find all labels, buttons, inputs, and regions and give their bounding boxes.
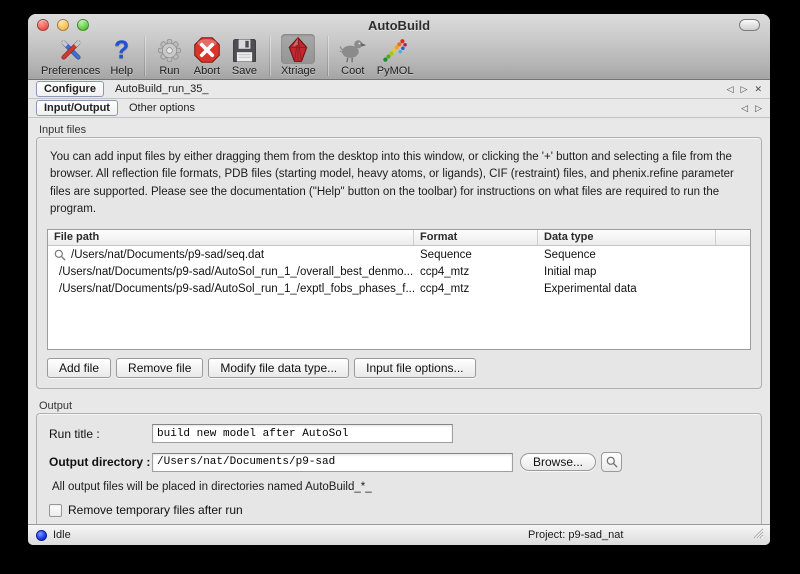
tab-autobuild-run[interactable]: AutoBuild_run_35_ xyxy=(108,82,216,96)
file-data-type: Initial map xyxy=(544,265,597,278)
input-files-group-label: Input files xyxy=(39,124,87,136)
save-icon xyxy=(231,34,258,64)
column-header-blank xyxy=(716,230,750,245)
add-file-button[interactable]: Add file xyxy=(47,358,112,378)
tab-input-output[interactable]: Input/Output xyxy=(36,100,118,116)
magnifier-icon xyxy=(606,456,618,468)
coot-button[interactable]: Coot xyxy=(334,34,372,77)
main-tab-bar: Configure AutoBuild_run_35_ ◁ ▷ ✕ xyxy=(28,80,770,99)
tab-back-icon[interactable]: ◁ xyxy=(741,103,748,114)
configure-panel: Input files You can add input files by e… xyxy=(28,118,770,524)
xtriage-icon xyxy=(281,34,316,64)
file-data-type: Sequence xyxy=(544,248,596,261)
tab-forward-icon[interactable]: ▷ xyxy=(755,103,762,114)
run-title-input[interactable] xyxy=(152,424,453,443)
status-bar: Idle Project: p9-sad_nat xyxy=(28,524,770,545)
table-row[interactable]: /Users/nat/Documents/p9-sad/AutoSol_run_… xyxy=(48,280,750,297)
file-format: ccp4_mtz xyxy=(420,282,470,295)
file-path: /Users/nat/Documents/p9-sad/seq.dat xyxy=(71,248,265,261)
output-directories-note: All output files will be placed in direc… xyxy=(52,481,372,493)
toolbar-toggle-lozenge[interactable] xyxy=(739,19,760,31)
toolbar-item-label: Run xyxy=(159,65,180,77)
tab-back-icon[interactable]: ◁ xyxy=(727,84,734,95)
tab-other-options[interactable]: Other options xyxy=(122,101,202,115)
output-directory-label: Output directory : xyxy=(49,455,151,469)
toolbar-item-label: Help xyxy=(110,65,133,77)
browse-button[interactable]: Browse... xyxy=(520,453,597,471)
status-dot-icon xyxy=(36,529,47,541)
question-icon: ? xyxy=(113,36,130,64)
toolbar-item-label: PyMOL xyxy=(376,65,414,77)
preferences-button[interactable]: Preferences xyxy=(36,34,105,77)
gear-icon xyxy=(156,34,183,64)
sub-tab-nav: ◁ ▷ xyxy=(741,103,762,114)
run-title-row: Run title : xyxy=(49,424,749,443)
modify-file-data-type-button[interactable]: Modify file data type... xyxy=(208,358,350,378)
project-label: Project: p9-sad_nat xyxy=(528,529,624,541)
file-path: /Users/nat/Documents/p9-sad/AutoSol_run_… xyxy=(59,282,414,295)
input-files-instructions: You can add input files by either draggi… xyxy=(50,151,734,215)
file-path: /Users/nat/Documents/p9-sad/AutoSol_run_… xyxy=(59,265,414,278)
output-directory-row: Output directory : Browse... xyxy=(49,452,749,472)
coot-bird-icon xyxy=(339,34,367,64)
toolbar-separator xyxy=(143,36,145,76)
toolbar-separator xyxy=(326,36,328,76)
tab-close-icon[interactable]: ✕ xyxy=(754,84,762,95)
toolbar-item-label: Preferences xyxy=(41,65,101,77)
toolbar-separator xyxy=(268,36,270,76)
xtriage-button[interactable]: Xtriage xyxy=(276,34,321,77)
output-group-label: Output xyxy=(39,400,73,412)
toolbar-item-label: Coot xyxy=(341,65,365,77)
input-files-buttons: Add file Remove file Modify file data ty… xyxy=(37,350,761,388)
window-chrome: AutoBuild Preferences ? Help Run Abort S… xyxy=(28,14,770,80)
run-title-label: Run title : xyxy=(49,426,100,441)
sub-tab-bar: Input/Output Other options ◁ ▷ xyxy=(28,99,770,118)
run-button[interactable]: Run xyxy=(151,34,188,77)
window-title: AutoBuild xyxy=(367,17,431,33)
toolbar-item-label: Save xyxy=(231,65,257,77)
title-bar[interactable]: AutoBuild xyxy=(28,14,770,36)
table-row[interactable]: /Users/nat/Documents/p9-sad/seq.dat Sequ… xyxy=(48,246,750,263)
file-data-type: Experimental data xyxy=(544,282,637,295)
input-files-groupbox: You can add input files by either draggi… xyxy=(36,137,762,389)
output-directory-input[interactable] xyxy=(152,452,513,472)
remove-temp-files-label: Remove temporary files after run xyxy=(68,503,243,517)
column-header-file-path[interactable]: File path xyxy=(48,230,414,245)
toolbar: Preferences ? Help Run Abort Save Xtriag… xyxy=(28,34,770,79)
help-button[interactable]: ? Help xyxy=(105,34,138,77)
toolbar-item-label: Abort xyxy=(193,65,221,77)
status-text: Idle xyxy=(53,529,71,541)
abort-icon xyxy=(193,34,221,64)
magnifier-icon[interactable] xyxy=(54,249,66,261)
main-tab-nav: ◁ ▷ ✕ xyxy=(727,84,762,95)
column-header-data-type[interactable]: Data type xyxy=(538,230,716,245)
tools-icon xyxy=(57,34,85,64)
remove-temp-files-row: Remove temporary files after run xyxy=(49,503,749,517)
tab-forward-icon[interactable]: ▷ xyxy=(741,84,748,95)
pymol-button[interactable]: PyMOL xyxy=(372,34,419,77)
tab-configure[interactable]: Configure xyxy=(36,81,104,97)
toolbar-item-label: Xtriage xyxy=(280,65,316,77)
save-button[interactable]: Save xyxy=(226,34,263,77)
file-format: ccp4_mtz xyxy=(420,265,470,278)
autobuild-window: AutoBuild Preferences ? Help Run Abort S… xyxy=(28,14,770,545)
remove-temp-files-checkbox[interactable] xyxy=(49,503,62,517)
input-files-table[interactable]: File path Format Data type /Users/nat/Do… xyxy=(47,229,751,350)
remove-file-button[interactable]: Remove file xyxy=(116,358,204,378)
directory-magnifier-button[interactable] xyxy=(601,452,623,472)
input-file-options-button[interactable]: Input file options... xyxy=(354,358,476,378)
pymol-icon xyxy=(381,34,409,64)
abort-button[interactable]: Abort xyxy=(188,34,226,77)
output-groupbox: Run title : Output directory : Browse...… xyxy=(36,413,762,524)
table-row[interactable]: /Users/nat/Documents/p9-sad/AutoSol_run_… xyxy=(48,263,750,280)
file-format: Sequence xyxy=(420,248,472,261)
column-header-format[interactable]: Format xyxy=(414,230,538,245)
resize-grip[interactable] xyxy=(751,526,764,544)
table-header: File path Format Data type xyxy=(48,230,750,246)
